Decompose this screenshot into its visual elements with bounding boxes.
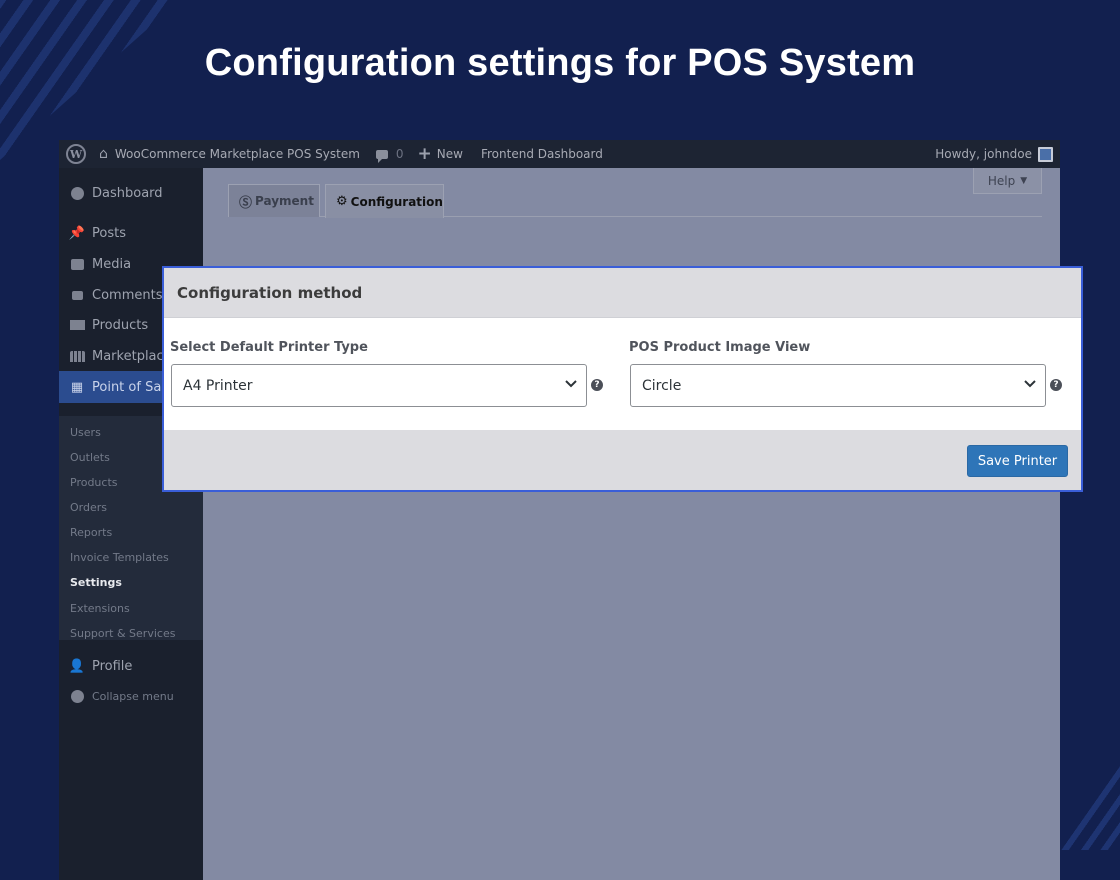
sidebar-item-label: Profile bbox=[92, 658, 133, 674]
tab-payment[interactable]: Ⓢ Payment bbox=[228, 184, 320, 217]
help-question-icon[interactable]: ? bbox=[1050, 379, 1062, 391]
sidebar-item-label: Point of Sale bbox=[92, 379, 173, 395]
image-view-value: Circle bbox=[642, 377, 682, 394]
new-label: New bbox=[436, 147, 463, 161]
submenu-reports[interactable]: Reports bbox=[70, 526, 112, 539]
save-printer-button[interactable]: Save Printer bbox=[967, 445, 1068, 477]
howdy-text: Howdy, johndoe bbox=[935, 147, 1032, 161]
settings-tabs: Ⓢ Payment ⚙ Configuration bbox=[228, 184, 1042, 218]
account-menu[interactable]: Howdy, johndoe bbox=[935, 140, 1053, 168]
panel-body: Select Default Printer Type A4 Printer ?… bbox=[164, 318, 1081, 430]
printer-type-label: Select Default Printer Type bbox=[170, 340, 368, 355]
panel-title: Configuration method bbox=[164, 268, 1081, 318]
sidebar-item-label: Posts bbox=[92, 225, 126, 241]
store-icon bbox=[69, 349, 85, 363]
comments-link[interactable]: 0 bbox=[375, 147, 404, 163]
dashboard-icon bbox=[69, 186, 85, 200]
printer-type-value: A4 Printer bbox=[183, 377, 253, 394]
submenu-extensions[interactable]: Extensions bbox=[70, 602, 130, 615]
tab-label: Configuration bbox=[350, 194, 443, 209]
comment-icon bbox=[375, 149, 388, 163]
frontend-dashboard-link[interactable]: Frontend Dashboard bbox=[481, 147, 603, 161]
user-icon: 👤 bbox=[68, 658, 86, 674]
collapse-menu-label: Collapse menu bbox=[92, 689, 174, 703]
sidebar-item-profile[interactable]: 👤 Profile bbox=[59, 651, 203, 681]
plus-icon: + bbox=[417, 143, 432, 164]
home-icon: ⌂ bbox=[99, 146, 108, 162]
site-name: WooCommerce Marketplace POS System bbox=[114, 147, 360, 161]
tab-label: Payment bbox=[255, 194, 314, 208]
tab-configuration[interactable]: ⚙ Configuration bbox=[325, 184, 444, 218]
submenu-orders[interactable]: Orders bbox=[70, 501, 107, 514]
calculator-icon: ▦ bbox=[70, 379, 84, 395]
gear-icon: ⚙ bbox=[336, 194, 348, 209]
decorative-stripes-bottom-right bbox=[1050, 760, 1120, 850]
sidebar-item-dashboard[interactable]: Dashboard bbox=[59, 178, 203, 208]
printer-type-select[interactable]: A4 Printer bbox=[171, 364, 587, 407]
sidebar-item-label: Media bbox=[92, 256, 132, 272]
image-view-label: POS Product Image View bbox=[629, 340, 811, 355]
pin-icon: 📌 bbox=[68, 225, 86, 241]
archive-icon bbox=[69, 318, 85, 332]
wp-admin-window: W ⌂ WooCommerce Marketplace POS System 0… bbox=[59, 140, 1060, 880]
panel-footer: Save Printer bbox=[164, 430, 1081, 490]
submenu-outlets[interactable]: Outlets bbox=[70, 451, 110, 464]
collapse-menu-button[interactable]: Collapse menu bbox=[59, 681, 203, 711]
sidebar-item-label: Comments bbox=[92, 287, 163, 303]
frontend-dashboard-label: Frontend Dashboard bbox=[480, 147, 603, 161]
dollar-icon: Ⓢ bbox=[239, 195, 253, 211]
help-question-icon[interactable]: ? bbox=[591, 379, 603, 391]
submenu-products[interactable]: Products bbox=[70, 476, 118, 489]
configuration-panel: Configuration method Select Default Prin… bbox=[162, 266, 1083, 492]
sidebar-item-label: Products bbox=[92, 317, 149, 333]
new-link[interactable]: + New bbox=[417, 143, 463, 164]
comment-icon bbox=[69, 288, 85, 302]
avatar bbox=[1038, 146, 1053, 162]
page-headline: Configuration settings for POS System bbox=[204, 42, 916, 84]
submenu-settings[interactable]: Settings bbox=[70, 576, 122, 589]
wordpress-logo-icon[interactable]: W bbox=[66, 144, 86, 164]
media-icon bbox=[69, 257, 85, 271]
site-name-link[interactable]: ⌂ WooCommerce Marketplace POS System bbox=[99, 146, 360, 162]
submenu-users[interactable]: Users bbox=[70, 426, 101, 439]
comments-count: 0 bbox=[395, 147, 404, 161]
admin-bar: W ⌂ WooCommerce Marketplace POS System 0… bbox=[59, 140, 1060, 168]
sidebar-item-label: Dashboard bbox=[92, 185, 163, 201]
sidebar-item-posts[interactable]: 📌 Posts bbox=[59, 218, 203, 248]
collapse-icon bbox=[69, 689, 85, 703]
chevron-down-icon bbox=[1024, 380, 1036, 388]
image-view-select[interactable]: Circle bbox=[630, 364, 1046, 407]
submenu-invoice-templates[interactable]: Invoice Templates bbox=[70, 551, 169, 564]
sidebar-item-label: Marketplace bbox=[92, 348, 172, 364]
chevron-down-icon bbox=[565, 380, 577, 388]
submenu-support-services[interactable]: Support & Services bbox=[70, 627, 175, 640]
